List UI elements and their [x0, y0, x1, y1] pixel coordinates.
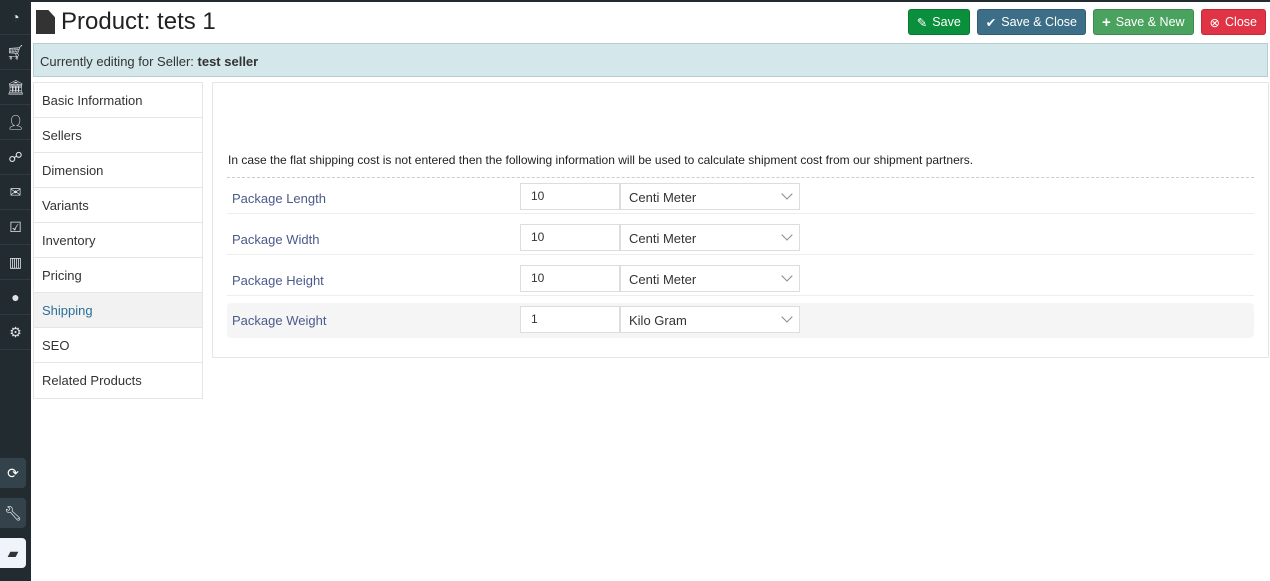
package-width-row: Package Width 10 Centi Meter	[227, 224, 1254, 255]
chevron-down-icon	[781, 229, 793, 241]
chevron-down-icon	[781, 270, 793, 282]
seller-info-bar: Currently editing for Seller: test selle…	[33, 43, 1268, 77]
tab-variants[interactable]: Variants	[34, 188, 202, 223]
save-new-button[interactable]: + Save & New	[1093, 9, 1194, 35]
package-length-unit-select[interactable]: Centi Meter	[620, 183, 800, 210]
tab-sellers[interactable]: Sellers	[34, 118, 202, 153]
package-width-unit-select[interactable]: Centi Meter	[620, 224, 800, 251]
tab-dimension[interactable]: Dimension	[34, 153, 202, 188]
checkbox-icon[interactable]: ☑	[0, 210, 31, 245]
globe-icon[interactable]: ●	[0, 280, 31, 315]
chevron-down-icon	[781, 188, 793, 200]
toolbar: ✎ Save ✔ Save & Close + Save & New ⊗ Close	[907, 9, 1266, 35]
wrench-icon[interactable]: 🔧︎	[0, 498, 26, 528]
user-icon[interactable]: 👤︎	[0, 105, 31, 140]
save-close-button[interactable]: ✔ Save & Close	[976, 9, 1086, 35]
refresh-icon[interactable]: ⟳	[0, 458, 26, 488]
dashboard-icon[interactable]: ◔	[0, 0, 31, 35]
package-width-input[interactable]: 10	[520, 224, 620, 251]
shipping-note: In case the flat shipping cost is not en…	[228, 153, 974, 167]
close-button[interactable]: ⊗ Close	[1200, 9, 1266, 35]
shipping-panel: In case the flat shipping cost is not en…	[212, 82, 1269, 358]
tab-inventory[interactable]: Inventory	[34, 223, 202, 258]
document-icon	[36, 10, 55, 34]
plus-icon: +	[1102, 13, 1111, 31]
gear-icon[interactable]: ⚙	[0, 315, 31, 350]
bar-chart-icon[interactable]: ▥	[0, 245, 31, 280]
tab-shipping[interactable]: Shipping	[34, 293, 202, 328]
save-button[interactable]: ✎ Save	[907, 9, 970, 35]
package-height-row: Package Height 10 Centi Meter	[227, 265, 1254, 296]
chevron-down-icon	[781, 311, 793, 323]
cart-icon[interactable]: 🛒︎	[0, 35, 31, 70]
book-icon[interactable]: ▰	[0, 538, 26, 568]
edit-icon: ✎	[916, 15, 928, 30]
product-tabs: Basic Information Sellers Dimension Vari…	[33, 82, 203, 399]
tab-related-products[interactable]: Related Products	[34, 363, 202, 398]
package-weight-unit-select[interactable]: Kilo Gram	[620, 306, 800, 333]
page-title: Product: tets 1	[36, 8, 216, 36]
package-length-input[interactable]: 10	[520, 183, 620, 210]
package-height-unit-select[interactable]: Centi Meter	[620, 265, 800, 292]
tab-seo[interactable]: SEO	[34, 328, 202, 363]
sitemap-icon[interactable]: ☍	[0, 140, 31, 175]
close-circle-icon: ⊗	[1209, 15, 1221, 30]
bank-icon[interactable]: 🏛︎	[0, 70, 31, 105]
check-icon: ✔	[985, 15, 997, 30]
tab-pricing[interactable]: Pricing	[34, 258, 202, 293]
package-height-input[interactable]: 10	[520, 265, 620, 292]
divider	[227, 177, 1254, 178]
seller-name: test seller	[197, 54, 259, 69]
package-weight-input[interactable]: 1	[520, 306, 620, 333]
package-weight-row: Package Weight 1 Kilo Gram	[227, 303, 1254, 338]
tab-basic-information[interactable]: Basic Information	[34, 83, 202, 118]
sidebar: ◔ 🛒︎ 🏛︎ 👤︎ ☍ ✉ ☑ ▥ ● ⚙ ⟳ 🔧︎ ▰	[0, 0, 31, 581]
top-bar	[0, 0, 1270, 2]
package-length-row: Package Length 10 Centi Meter	[227, 183, 1254, 214]
envelope-icon[interactable]: ✉	[0, 175, 31, 210]
